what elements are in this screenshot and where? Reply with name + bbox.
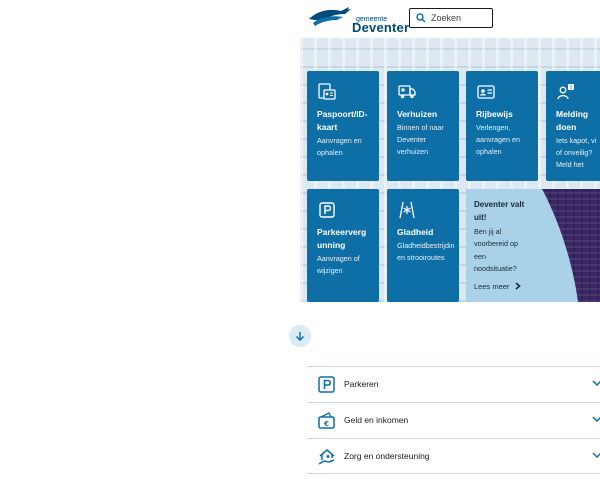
care-home-icon xyxy=(318,449,335,465)
tile-title: Rijbewijs xyxy=(476,109,513,119)
search-icon xyxy=(416,13,426,23)
accordion-divider xyxy=(307,473,600,474)
tile-description: Aanvragen en ophalen xyxy=(317,136,362,157)
chevron-down-icon xyxy=(592,452,600,459)
accordion-item-geld-en-inkomen[interactable]: € Geld en inkomen xyxy=(307,402,600,438)
id-card-icon xyxy=(318,83,336,100)
arrow-down-icon xyxy=(295,332,305,341)
logo-text-deventer: Deventer xyxy=(352,20,410,35)
parking-icon xyxy=(318,376,335,393)
tile-rijbewijs[interactable]: Rijbewijs Verlengen, aanvragen en ophale… xyxy=(466,71,538,181)
tile-parkeervergunning[interactable]: Parkeerverg unning Aanvragen of wijzigen xyxy=(307,189,379,302)
tile-description: Binnen of naar Deventer verhuizen xyxy=(397,123,444,156)
accordion-item-zorg-en-ondersteuning[interactable]: Zorg en ondersteuning xyxy=(307,438,600,474)
tile-title: Paspoort/ID- kaart xyxy=(317,109,368,132)
accordion-label: Zorg en ondersteuning xyxy=(344,451,430,461)
tile-paspoort-id-kaart[interactable]: Paspoort/ID- kaart Aanvragen en ophalen xyxy=(307,71,379,181)
tile-description: Gladheidbestrijdin en strooiroutes xyxy=(397,241,455,262)
tile-description: Iets kapot, vi of onveilig? Meld het xyxy=(556,136,597,169)
svg-text:€: € xyxy=(323,420,329,428)
accordion-item-parkeren[interactable]: Parkeren xyxy=(307,366,600,402)
accordion-label: Parkeren xyxy=(344,379,379,389)
promo-deventer-valt-uit[interactable]: Deventer valt uit! Ben jij al voorbereid… xyxy=(466,189,600,302)
site-header: gemeente Deventer Zoeken xyxy=(300,0,600,38)
report-person-icon xyxy=(557,84,574,100)
tile-title: Verhuizen xyxy=(397,109,438,119)
scroll-down-button[interactable] xyxy=(289,325,311,347)
promo-title: Deventer valt uit! xyxy=(474,200,525,222)
accordion-label: Geld en inkomen xyxy=(344,415,409,425)
lees-meer-link[interactable]: Lees meer xyxy=(474,282,521,292)
wallet-euro-icon: € xyxy=(318,412,335,429)
tile-description: Verlengen, aanvragen en ophalen xyxy=(476,123,520,156)
drivers-license-icon xyxy=(477,85,495,99)
tile-verhuizen[interactable]: Verhuizen Binnen of naar Deventer verhui… xyxy=(387,71,459,181)
chevron-down-icon xyxy=(592,416,600,423)
tile-title: Gladheid xyxy=(397,227,434,237)
search-placeholder: Zoeken xyxy=(431,13,462,23)
parking-icon xyxy=(319,202,335,218)
chevron-right-icon xyxy=(515,282,521,290)
gemeente-deventer-logo[interactable]: gemeente Deventer xyxy=(307,5,409,35)
tile-title: Melding doen xyxy=(556,109,589,132)
search-input[interactable]: Zoeken xyxy=(409,8,493,28)
tile-title: Parkeerverg unning xyxy=(317,227,367,250)
tile-description: Aanvragen of wijzigen xyxy=(317,254,360,275)
chevron-down-icon xyxy=(592,380,600,387)
snow-road-icon xyxy=(399,201,415,219)
tile-gladheid[interactable]: Gladheid Gladheidbestrijdin en strooirou… xyxy=(387,189,459,302)
promo-description: Ben jij al voorbereid op een noodsituati… xyxy=(474,227,518,273)
moving-truck-icon xyxy=(398,85,416,99)
tile-melding-doen[interactable]: Melding doen Iets kapot, vi of onveilig?… xyxy=(546,71,600,181)
bird-logo-icon xyxy=(309,7,351,26)
